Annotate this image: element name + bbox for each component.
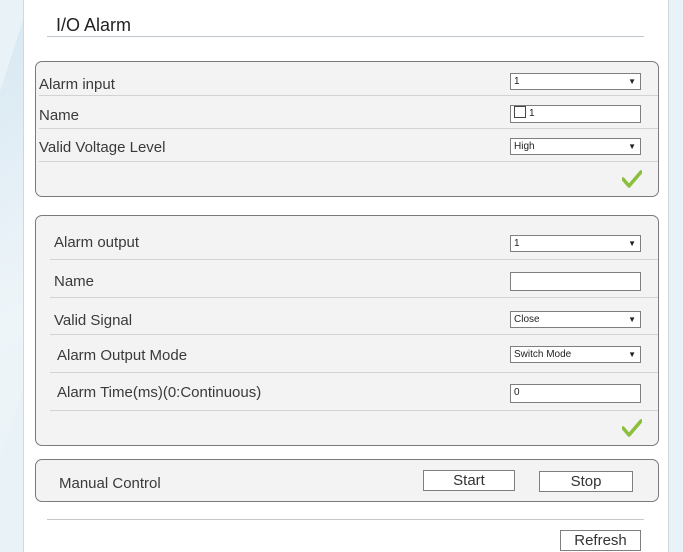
alarm-output-mode-label: Alarm Output Mode xyxy=(57,347,188,364)
valid-signal-label: Valid Signal xyxy=(54,312,133,329)
alarm-output-value: 1 xyxy=(514,238,520,249)
checkmark-icon[interactable] xyxy=(622,419,642,437)
row-divider xyxy=(39,128,658,129)
alarm-output-mode-value: Switch Mode xyxy=(514,349,572,360)
dropdown-arrow-icon: ▼ xyxy=(628,350,636,359)
checkmark-icon[interactable] xyxy=(622,170,642,188)
alarm-time-label: Alarm Time(ms)(0:Continuous) xyxy=(57,384,262,401)
manual-control-label: Manual Control xyxy=(59,475,161,492)
alarm-output-name-input[interactable] xyxy=(510,272,641,291)
dropdown-arrow-icon: ▼ xyxy=(628,239,636,248)
title-divider xyxy=(47,36,644,37)
row-divider xyxy=(39,161,658,162)
row-divider xyxy=(50,372,658,373)
alarm-output-mode-select[interactable]: Switch Mode ▼ xyxy=(510,346,641,363)
dropdown-arrow-icon: ▼ xyxy=(628,315,636,324)
row-divider xyxy=(50,334,658,335)
alarm-output-name-label: Name xyxy=(54,273,95,290)
alarm-input-select[interactable]: 1 ▼ xyxy=(510,73,641,90)
alarm-input-name-label: Name xyxy=(39,107,80,124)
row-divider xyxy=(39,95,658,96)
row-divider xyxy=(50,410,658,411)
alarm-output-section: Alarm output 1 ▼ Name Valid Signal Close… xyxy=(35,215,659,446)
alarm-output-select[interactable]: 1 ▼ xyxy=(510,235,641,252)
io-alarm-panel: I/O Alarm Alarm input 1 ▼ Name 1 Valid V… xyxy=(23,0,669,552)
alarm-input-name-value: 1 xyxy=(529,108,535,119)
manual-control-section: Manual Control Start Stop xyxy=(35,459,659,502)
valid-signal-value: Close xyxy=(514,314,540,325)
footer-divider xyxy=(47,519,644,520)
alarm-input-value: 1 xyxy=(514,76,520,87)
dropdown-arrow-icon: ▼ xyxy=(628,77,636,86)
dropdown-arrow-icon: ▼ xyxy=(628,142,636,151)
name-enable-checkbox[interactable] xyxy=(514,106,526,118)
valid-voltage-level-label: Valid Voltage Level xyxy=(39,139,166,156)
stop-button[interactable]: Stop xyxy=(539,471,633,492)
refresh-button[interactable]: Refresh xyxy=(560,530,641,551)
alarm-output-label: Alarm output xyxy=(54,234,140,251)
alarm-time-input[interactable]: 0 xyxy=(510,384,641,403)
valid-voltage-level-select[interactable]: High ▼ xyxy=(510,138,641,155)
row-divider xyxy=(50,259,658,260)
alarm-input-name-field[interactable]: 1 xyxy=(510,105,641,123)
alarm-input-section: Alarm input 1 ▼ Name 1 Valid Voltage Lev… xyxy=(35,61,659,197)
row-divider xyxy=(50,297,658,298)
valid-voltage-level-value: High xyxy=(514,141,535,152)
alarm-input-label: Alarm input xyxy=(39,76,115,93)
start-button[interactable]: Start xyxy=(423,470,515,491)
valid-signal-select[interactable]: Close ▼ xyxy=(510,311,641,328)
page-title: I/O Alarm xyxy=(56,15,132,35)
